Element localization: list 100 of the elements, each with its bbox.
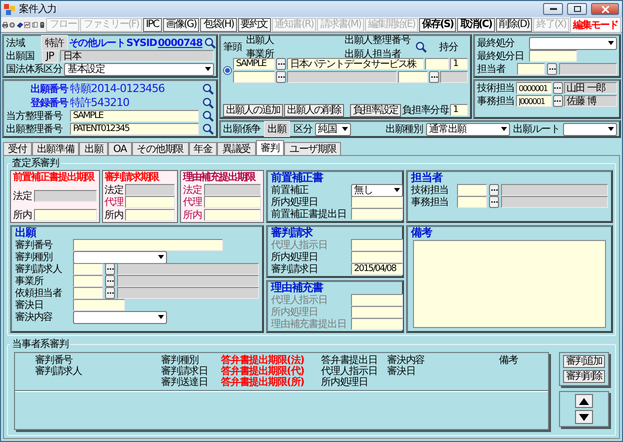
- add-applicant-button[interactable]: 出願人の追加: [223, 104, 283, 116]
- date-field[interactable]: [351, 208, 403, 220]
- browse-button[interactable]: [276, 71, 286, 83]
- tab[interactable]: OA: [108, 142, 132, 155]
- dropdown[interactable]: 基本設定: [64, 62, 214, 76]
- text-field[interactable]: 日本: [60, 50, 214, 62]
- text-field[interactable]: [73, 275, 103, 287]
- text-field[interactable]: [501, 196, 608, 208]
- text-field[interactable]: [73, 263, 103, 275]
- field-label: 所内処理日: [271, 196, 320, 208]
- date-field[interactable]: [204, 208, 261, 221]
- search-button[interactable]: [201, 122, 214, 136]
- dropdown[interactable]: [73, 310, 167, 324]
- toolbar-button[interactable]: 画像(G): [162, 18, 200, 32]
- tab[interactable]: 異議受: [217, 142, 256, 155]
- dropdown[interactable]: [73, 250, 167, 264]
- date-field[interactable]: [529, 50, 577, 62]
- search-icon: [204, 37, 216, 49]
- delete-appeal-button[interactable]: 審判削除: [563, 370, 605, 383]
- toolbar-button[interactable]: 保存(S): [419, 18, 456, 32]
- caret-icon: [500, 127, 507, 131]
- date-field[interactable]: [34, 209, 97, 221]
- maximize-button[interactable]: [567, 3, 587, 15]
- text-field[interactable]: 佐藤 博: [564, 95, 617, 107]
- move-down-button[interactable]: [575, 410, 593, 424]
- text-field[interactable]: 0000001: [516, 82, 552, 94]
- text-field[interactable]: [73, 287, 103, 299]
- add-appeal-button[interactable]: 審判追加: [563, 355, 605, 368]
- text-field[interactable]: [117, 275, 259, 287]
- text-field[interactable]: [287, 71, 397, 83]
- toolbar-button[interactable]: 要約文: [238, 18, 271, 32]
- date-field[interactable]: [125, 208, 176, 221]
- search-button[interactable]: [203, 36, 216, 50]
- browse-button[interactable]: [547, 63, 557, 75]
- close-button[interactable]: [591, 3, 619, 15]
- browse-button[interactable]: [489, 184, 499, 196]
- radio-button[interactable]: [223, 66, 232, 75]
- ratio-button[interactable]: 負担率設定: [350, 104, 401, 116]
- date-field[interactable]: [351, 294, 403, 306]
- date-field[interactable]: [351, 251, 403, 263]
- toolbar-button[interactable]: IPC: [142, 18, 162, 32]
- minimize-button[interactable]: [543, 3, 563, 15]
- browse-button[interactable]: [552, 95, 563, 107]
- remove-applicant-button[interactable]: 出願人の削除: [284, 104, 344, 116]
- browse-button[interactable]: [105, 275, 115, 287]
- search-button[interactable]: [414, 40, 428, 54]
- tab[interactable]: 出願準備: [32, 142, 80, 155]
- text-field[interactable]: [457, 196, 487, 208]
- text-field[interactable]: PATENT012345: [70, 123, 199, 135]
- search-button[interactable]: [201, 82, 214, 95]
- text-field[interactable]: [73, 239, 223, 251]
- text-field[interactable]: [440, 71, 468, 83]
- date-field[interactable]: [351, 306, 403, 318]
- tab[interactable]: 受付: [3, 142, 32, 155]
- text-field[interactable]: 日本パテントデータサービス株: [287, 58, 424, 70]
- toolbar-button[interactable]: 削除(D): [496, 18, 532, 32]
- text-field[interactable]: [425, 58, 449, 70]
- text-field[interactable]: [117, 287, 259, 299]
- text-field[interactable]: [398, 71, 428, 83]
- tab[interactable]: 出願: [79, 142, 108, 155]
- browse-button[interactable]: [276, 58, 286, 70]
- date-field[interactable]: [204, 196, 261, 208]
- text-field[interactable]: SAMPLE: [70, 110, 199, 122]
- text-field[interactable]: [457, 184, 487, 196]
- text-field[interactable]: 1: [450, 104, 468, 116]
- move-up-button[interactable]: [575, 394, 593, 408]
- toolbar-button[interactable]: 取消(C): [457, 18, 495, 32]
- field-label: 当方整理番号: [6, 110, 64, 123]
- browse-button[interactable]: [105, 263, 115, 275]
- date-field[interactable]: 2015/04/08: [351, 263, 403, 275]
- text-field[interactable]: [517, 63, 545, 75]
- browse-button[interactable]: [552, 82, 563, 94]
- dropdown[interactable]: 通常出願: [426, 122, 510, 136]
- tab[interactable]: 年金: [188, 142, 218, 155]
- date-field[interactable]: [351, 318, 403, 330]
- dropdown[interactable]: [529, 36, 617, 50]
- dropdown[interactable]: 純国: [315, 122, 352, 136]
- sysid-link[interactable]: 0000748: [158, 38, 202, 48]
- date-field[interactable]: [351, 239, 403, 251]
- text-field[interactable]: [117, 263, 259, 275]
- tab[interactable]: その他期限: [132, 142, 189, 155]
- text-field[interactable]: SAMPLE: [233, 58, 275, 70]
- notes-field[interactable]: [413, 240, 606, 328]
- date-field[interactable]: [73, 299, 125, 311]
- search-button[interactable]: [201, 110, 214, 122]
- toolbar-button[interactable]: 包袋(H): [200, 18, 237, 32]
- text-field[interactable]: [559, 63, 617, 75]
- browse-button[interactable]: [429, 71, 439, 83]
- text-field[interactable]: 1: [450, 58, 468, 70]
- text-field[interactable]: [233, 71, 275, 83]
- tab[interactable]: 審判: [256, 140, 284, 155]
- dropdown[interactable]: 無し: [351, 184, 403, 196]
- search-button[interactable]: [201, 96, 214, 109]
- tab[interactable]: ユーザ期限: [284, 142, 342, 155]
- dropdown[interactable]: [563, 122, 617, 136]
- browse-button[interactable]: [489, 196, 499, 208]
- date-field[interactable]: [351, 196, 403, 208]
- browse-button[interactable]: [105, 287, 115, 299]
- text-field[interactable]: [501, 184, 608, 196]
- date-field[interactable]: [125, 196, 176, 208]
